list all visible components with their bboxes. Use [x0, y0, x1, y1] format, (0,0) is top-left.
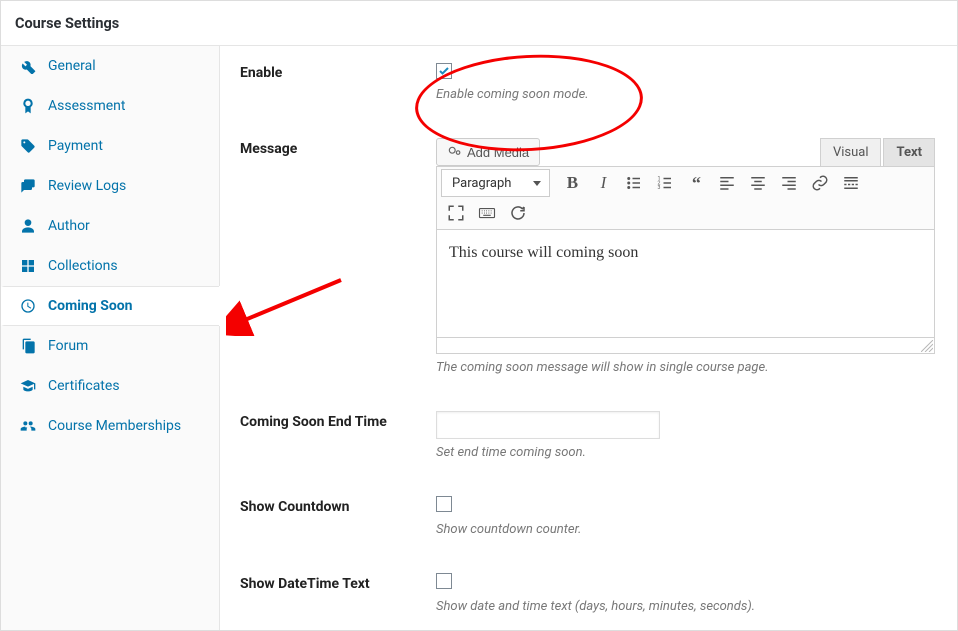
sidebar-item-label: Coming Soon: [48, 298, 133, 314]
sidebar-item-label: Course Memberships: [48, 418, 181, 434]
clock-icon: [20, 298, 36, 314]
datetime-label: Show DateTime Text: [240, 573, 436, 592]
end-time-input[interactable]: [436, 411, 660, 439]
format-select-value: Paragraph: [452, 176, 511, 191]
format-select[interactable]: Paragraph: [441, 169, 550, 197]
sidebar-item-label: Author: [48, 218, 90, 234]
datetime-description: Show date and time text (days, hours, mi…: [436, 599, 935, 614]
row-enable: Enable Enable coming soon mode.: [240, 62, 935, 102]
sidebar-item-author[interactable]: Author: [1, 206, 219, 246]
row-countdown: Show Countdown Show countdown counter.: [240, 496, 935, 537]
users-icon: [20, 418, 36, 434]
sidebar-item-label: Assessment: [48, 98, 125, 114]
align-right-button[interactable]: [774, 169, 804, 197]
grid-icon: [20, 258, 36, 274]
sidebar-item-label: Forum: [48, 338, 88, 354]
link-button[interactable]: [805, 169, 835, 197]
tab-visual[interactable]: Visual: [820, 138, 882, 166]
add-media-label: Add Media: [467, 145, 529, 160]
sidebar-item-review-logs[interactable]: Review Logs: [1, 166, 219, 206]
course-settings-panel: Course Settings General Assessment: [0, 0, 958, 631]
svg-text:3: 3: [658, 185, 661, 191]
editor-content[interactable]: This course will coming soon: [437, 230, 934, 337]
sidebar-item-course-memberships[interactable]: Course Memberships: [1, 406, 219, 446]
editor-tabs: Visual Text: [820, 138, 935, 166]
settings-sidebar: General Assessment Payment: [1, 46, 220, 630]
resize-grip-icon[interactable]: [921, 340, 933, 352]
tag-icon: [20, 138, 36, 154]
message-label: Message: [240, 138, 436, 157]
datetime-checkbox[interactable]: [436, 573, 452, 589]
user-icon: [20, 218, 36, 234]
message-description: The coming soon message will show in sin…: [436, 360, 935, 375]
end-time-label: Coming Soon End Time: [240, 411, 436, 430]
align-left-button[interactable]: [712, 169, 742, 197]
copy-icon: [20, 338, 36, 354]
number-list-button[interactable]: 123: [650, 169, 680, 197]
graduation-cap-icon: [20, 378, 36, 394]
countdown-description: Show countdown counter.: [436, 522, 935, 537]
settings-content: Enable Enable coming soon mode. Message …: [220, 46, 957, 630]
panel-body: General Assessment Payment: [1, 46, 957, 630]
sidebar-item-general[interactable]: General: [1, 46, 219, 86]
wrench-icon: [20, 58, 36, 74]
add-media-button[interactable]: Add Media: [436, 138, 540, 166]
media-icon: [447, 145, 461, 159]
row-end-time: Coming Soon End Time Set end time coming…: [240, 411, 935, 460]
italic-button[interactable]: I: [588, 169, 618, 197]
sidebar-item-label: Payment: [48, 138, 103, 154]
panel-header: Course Settings: [1, 1, 957, 46]
editor-statusbar: [437, 337, 934, 353]
sidebar-item-forum[interactable]: Forum: [1, 326, 219, 366]
refresh-button[interactable]: [503, 199, 533, 227]
fullscreen-button[interactable]: [441, 199, 471, 227]
sidebar-item-certificates[interactable]: Certificates: [1, 366, 219, 406]
countdown-label: Show Countdown: [240, 496, 436, 515]
tab-text[interactable]: Text: [883, 138, 935, 166]
wysiwyg-editor: Paragraph B I 123 “: [436, 166, 935, 354]
sidebar-item-label: General: [48, 58, 96, 74]
sidebar-item-assessment[interactable]: Assessment: [1, 86, 219, 126]
countdown-checkbox[interactable]: [436, 496, 452, 512]
sidebar-item-coming-soon[interactable]: Coming Soon: [1, 286, 220, 326]
enable-description: Enable coming soon mode.: [436, 87, 935, 102]
comments-icon: [20, 178, 36, 194]
blockquote-button[interactable]: “: [681, 169, 711, 197]
editor-toolbar: Paragraph B I 123 “: [437, 167, 934, 230]
sidebar-item-collections[interactable]: Collections: [1, 246, 219, 286]
row-datetime: Show DateTime Text Show date and time te…: [240, 573, 935, 614]
read-more-button[interactable]: [836, 169, 866, 197]
bullet-list-button[interactable]: [619, 169, 649, 197]
enable-label: Enable: [240, 62, 436, 81]
bold-button[interactable]: B: [557, 169, 587, 197]
panel-title: Course Settings: [15, 15, 119, 32]
ribbon-icon: [20, 98, 36, 114]
sidebar-item-label: Certificates: [48, 378, 120, 394]
keyboard-button[interactable]: [472, 199, 502, 227]
sidebar-item-label: Review Logs: [48, 178, 126, 194]
enable-checkbox[interactable]: [436, 63, 452, 79]
end-time-description: Set end time coming soon.: [436, 445, 935, 460]
chevron-down-icon: [533, 181, 541, 186]
sidebar-item-label: Collections: [48, 258, 118, 274]
sidebar-item-payment[interactable]: Payment: [1, 126, 219, 166]
align-center-button[interactable]: [743, 169, 773, 197]
row-message: Message Add Media Visual Text: [240, 138, 935, 375]
